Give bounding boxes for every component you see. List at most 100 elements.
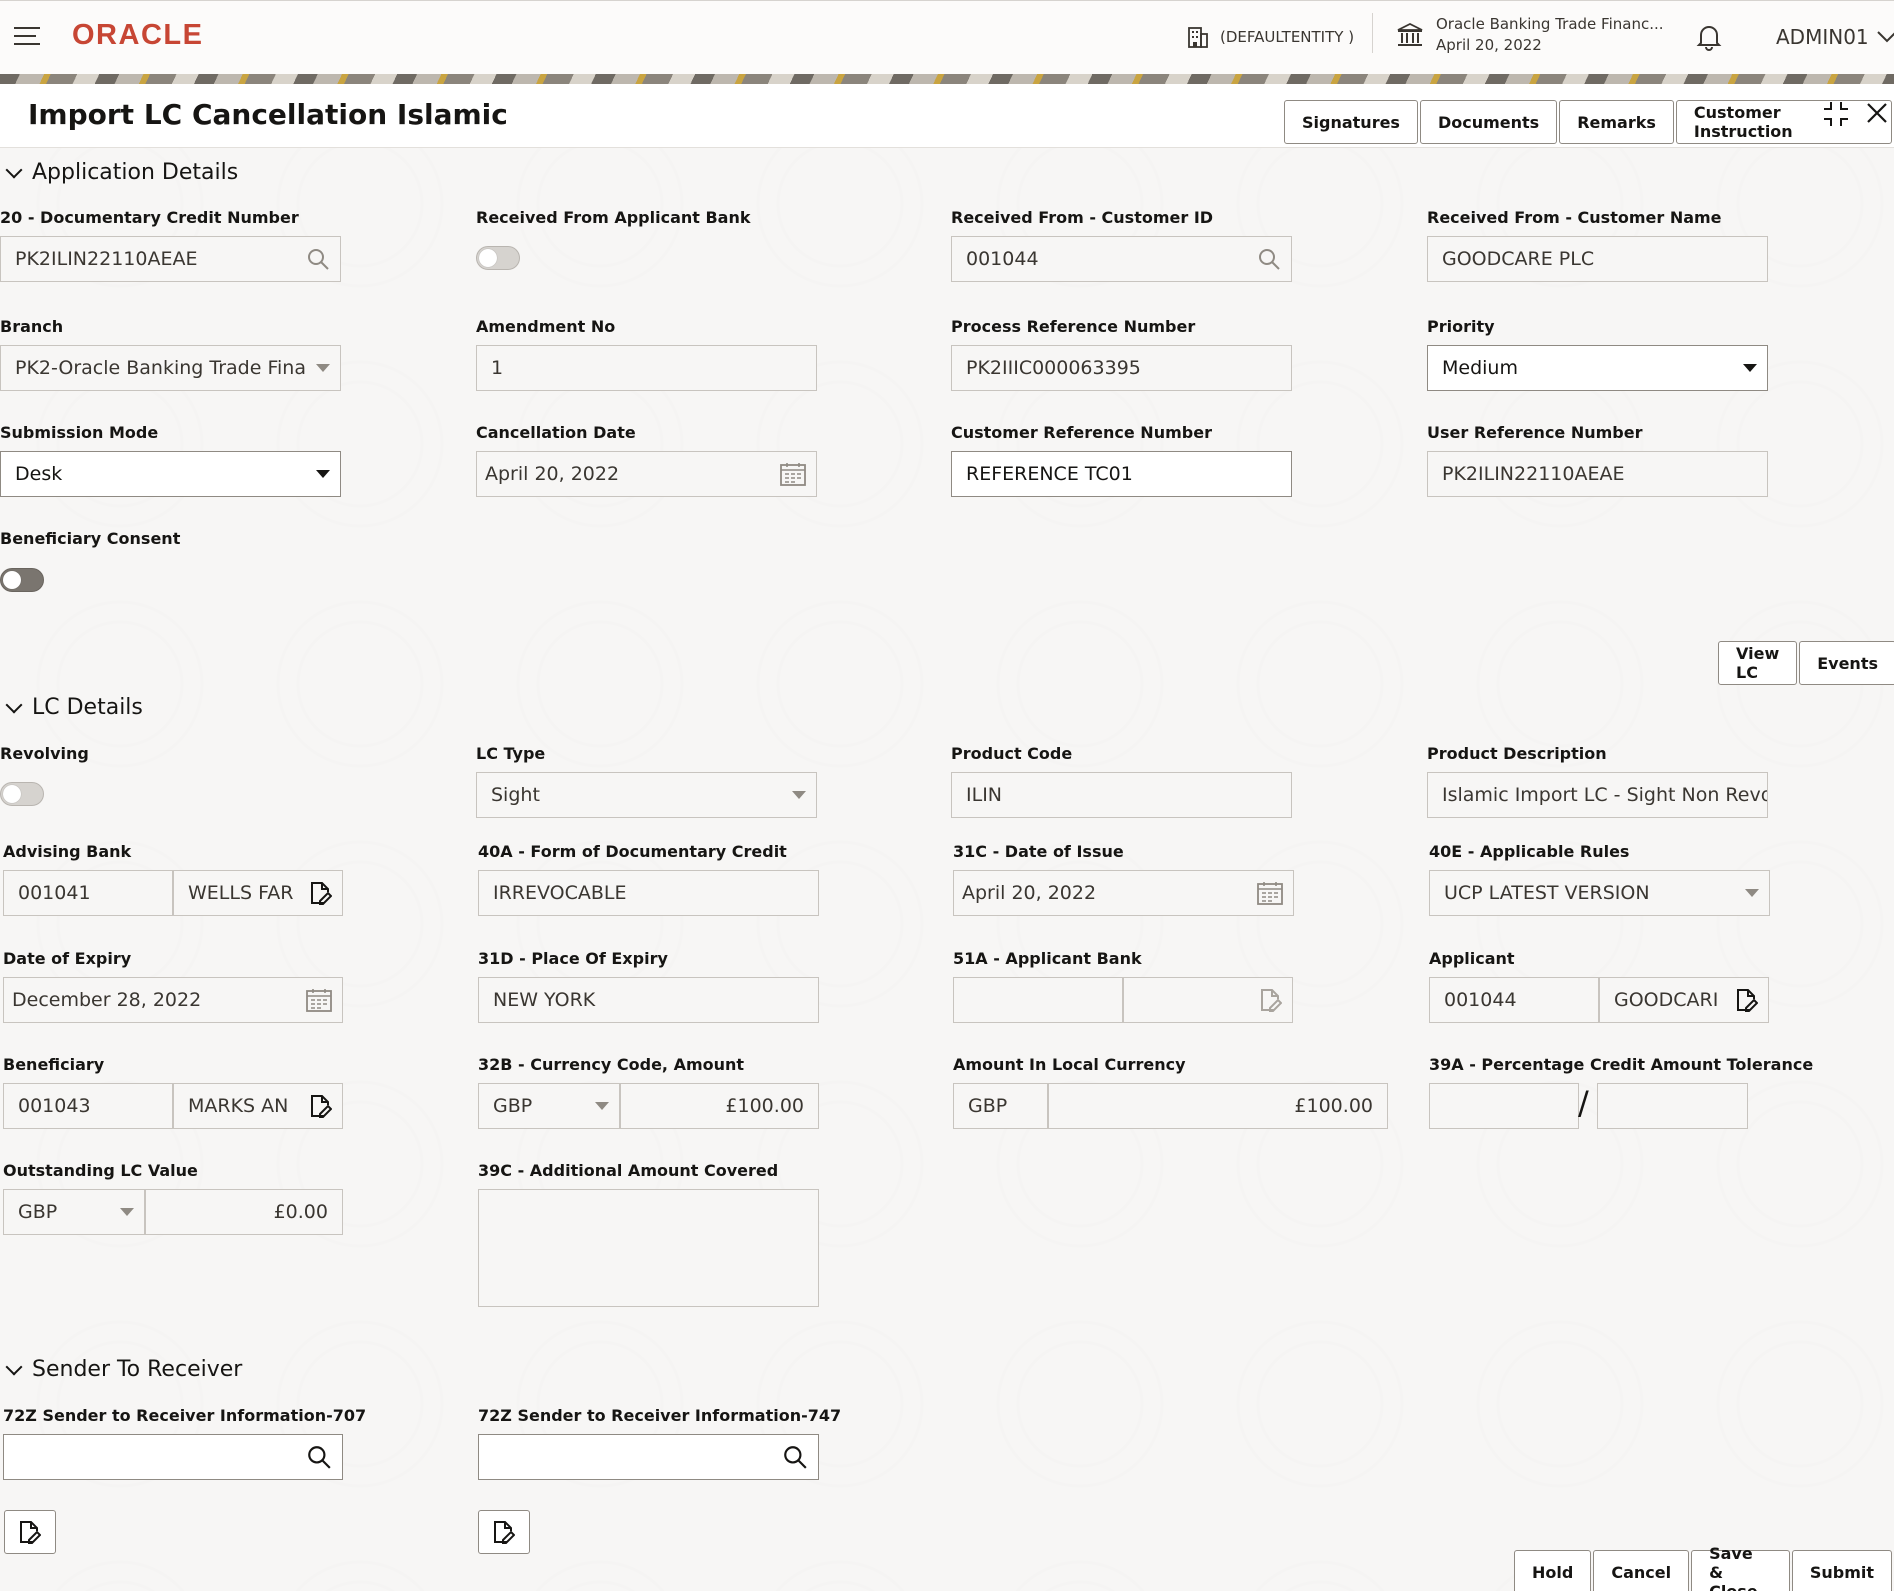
search-icon[interactable] <box>306 1444 332 1470</box>
customer-name-value: GOODCARE PLC <box>1442 248 1594 270</box>
search-icon[interactable] <box>306 247 330 271</box>
info747-label: 72Z Sender to Receiver Information-747 <box>478 1406 841 1425</box>
advising-bank-name-field: WELLS FAR <box>173 870 343 916</box>
submission-mode-value: Desk <box>15 463 62 485</box>
header-actions: Signatures Documents Remarks Customer In… <box>1284 100 1894 144</box>
date-of-expiry-label: Date of Expiry <box>3 949 131 968</box>
product-code-label: Product Code <box>951 744 1072 763</box>
branch-label: Branch <box>0 317 63 336</box>
date-of-issue-value: April 20, 2022 <box>962 882 1096 904</box>
advising-bank-label: Advising Bank <box>3 842 131 861</box>
bell-icon[interactable] <box>1696 23 1722 55</box>
info747-input[interactable] <box>478 1434 819 1480</box>
edit-document-icon[interactable] <box>1260 988 1282 1012</box>
edit-document-icon[interactable] <box>310 1094 332 1118</box>
dropdown-arrow-icon <box>316 470 330 478</box>
section-title: Application Details <box>32 160 238 185</box>
info707-input[interactable] <box>3 1434 343 1480</box>
lc-type-value: Sight <box>491 784 540 806</box>
tolerance-label: 39A - Percentage Credit Amount Tolerance <box>1429 1055 1813 1074</box>
currency-select[interactable]: GBP <box>478 1083 620 1129</box>
save-close-button[interactable]: Save & Close <box>1691 1550 1790 1591</box>
doc-credit-number-input[interactable]: PK2ILIN22110AEAE <box>0 236 341 282</box>
applicant-label: Applicant <box>1429 949 1515 968</box>
cancel-button[interactable]: Cancel <box>1593 1550 1689 1591</box>
page-title: Import LC Cancellation Islamic <box>28 98 508 131</box>
customer-name-field: GOODCARE PLC <box>1427 236 1768 282</box>
applicant-name-value: GOODCARI <box>1614 989 1718 1011</box>
submit-button[interactable]: Submit <box>1792 1550 1892 1591</box>
user-name: ADMIN01 <box>1776 25 1869 49</box>
submission-mode-label: Submission Mode <box>0 423 158 442</box>
user-ref-field: PK2ILIN22110AEAE <box>1427 451 1768 497</box>
user-menu[interactable]: ADMIN01 <box>1776 25 1894 49</box>
info747-edit-button[interactable] <box>478 1510 530 1554</box>
form-of-credit-value: IRREVOCABLE <box>493 882 627 904</box>
customer-ref-input[interactable]: REFERENCE TC01 <box>951 451 1292 497</box>
local-currency-field: GBP <box>953 1083 1048 1129</box>
close-icon[interactable] <box>1866 102 1888 124</box>
search-icon[interactable] <box>1257 247 1281 271</box>
view-lc-button[interactable]: View LC <box>1718 641 1797 685</box>
cancellation-date-label: Cancellation Date <box>476 423 636 442</box>
lc-type-select[interactable]: Sight <box>476 772 817 818</box>
place-of-expiry-value: NEW YORK <box>493 989 595 1011</box>
priority-select[interactable]: Medium <box>1427 345 1768 391</box>
applicant-bank-label: 51A - Applicant Bank <box>953 949 1142 968</box>
entity-selector[interactable]: (DEFAULTENTITY ) <box>1186 25 1354 49</box>
expand-icon[interactable] <box>1822 100 1850 128</box>
dropdown-arrow-icon <box>316 364 330 372</box>
events-button[interactable]: Events <box>1799 641 1894 685</box>
place-of-expiry-field: NEW YORK <box>478 977 819 1023</box>
calendar-icon[interactable] <box>1257 881 1283 905</box>
product-code-value: ILIN <box>966 784 1002 806</box>
cancellation-date-input[interactable]: April 20, 2022 <box>476 451 817 497</box>
amendment-value: 1 <box>491 357 503 379</box>
date-of-issue-input[interactable]: April 20, 2022 <box>953 870 1294 916</box>
application-details-section-toggle[interactable]: Application Details <box>8 160 238 185</box>
oracle-logo: ORACLE <box>72 19 203 52</box>
applicant-name-field: GOODCARI <box>1599 977 1769 1023</box>
info707-edit-button[interactable] <box>4 1510 56 1554</box>
branch-select[interactable]: PK2-Oracle Banking Trade Fina <box>0 345 341 391</box>
submission-mode-select[interactable]: Desk <box>0 451 341 497</box>
applicable-rules-select[interactable]: UCP LATEST VERSION <box>1429 870 1770 916</box>
sender-to-receiver-section-toggle[interactable]: Sender To Receiver <box>8 1357 242 1382</box>
chevron-down-icon <box>6 161 23 178</box>
outstanding-currency-select[interactable]: GBP <box>3 1189 145 1235</box>
advising-bank-id-field: 001041 <box>3 870 173 916</box>
customer-instruction-button[interactable]: Customer Instruction <box>1676 100 1892 144</box>
section-title: LC Details <box>32 695 143 720</box>
lc-actions: View LC Events <box>1718 641 1894 685</box>
remarks-button[interactable]: Remarks <box>1559 100 1674 144</box>
calendar-icon[interactable] <box>780 462 806 486</box>
revolving-toggle[interactable] <box>0 782 44 806</box>
received-applicant-bank-toggle[interactable] <box>476 246 520 270</box>
local-amount-value: £100.00 <box>1294 1095 1373 1117</box>
documents-button[interactable]: Documents <box>1420 100 1557 144</box>
hold-button[interactable]: Hold <box>1514 1550 1591 1591</box>
decorative-banner <box>0 74 1894 84</box>
received-applicant-bank-label: Received From Applicant Bank <box>476 208 751 227</box>
lc-details-section-toggle[interactable]: LC Details <box>8 695 143 720</box>
customer-id-input[interactable]: 001044 <box>951 236 1292 282</box>
amount-field: £100.00 <box>620 1083 819 1129</box>
doc-credit-label: 20 - Documentary Credit Number <box>0 208 299 227</box>
date-of-expiry-input[interactable]: December 28, 2022 <box>3 977 343 1023</box>
section-title: Sender To Receiver <box>32 1357 242 1382</box>
calendar-icon[interactable] <box>306 988 332 1012</box>
edit-document-icon <box>493 1520 515 1544</box>
beneficiary-consent-toggle[interactable] <box>0 568 44 592</box>
edit-document-icon[interactable] <box>1736 988 1758 1012</box>
signatures-button[interactable]: Signatures <box>1284 100 1418 144</box>
outstanding-amount-field: £0.00 <box>145 1189 343 1235</box>
search-icon[interactable] <box>782 1444 808 1470</box>
branch-selector[interactable]: Oracle Banking Trade Financ... April 20,… <box>1396 15 1664 54</box>
applicant-id-value: 001044 <box>1444 989 1517 1011</box>
edit-document-icon[interactable] <box>310 881 332 905</box>
beneficiary-consent-label: Beneficiary Consent <box>0 529 180 548</box>
additional-amount-textarea[interactable] <box>478 1189 819 1307</box>
chevron-down-icon <box>6 1358 23 1375</box>
hamburger-menu-icon[interactable] <box>14 27 40 47</box>
additional-amount-label: 39C - Additional Amount Covered <box>478 1161 778 1180</box>
